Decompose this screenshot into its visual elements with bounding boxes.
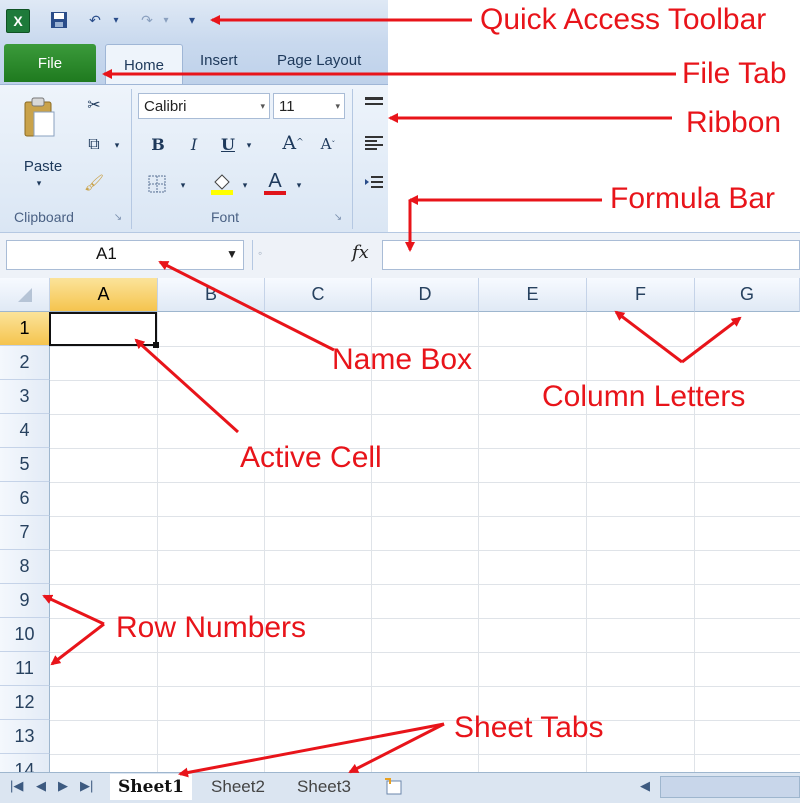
callout-row-numbers: Row Numbers <box>116 611 307 644</box>
callout-quick-access-toolbar: Quick Access Toolbar <box>480 3 767 36</box>
callout-formula-bar: Formula Bar <box>610 182 776 215</box>
arrow-active-cell <box>134 338 240 434</box>
arrow-sheet3 <box>348 722 445 774</box>
arrow-row-9 <box>42 594 105 626</box>
callout-active-cell: Active Cell <box>240 441 382 474</box>
arrow-sheet1 <box>178 722 445 778</box>
arrow-row-11 <box>50 622 105 666</box>
callout-ribbon: Ribbon <box>686 106 782 139</box>
callout-name-box: Name Box <box>332 343 473 376</box>
arrow-column-g <box>681 316 742 364</box>
callout-column-letters: Column Letters <box>542 380 746 413</box>
arrow-name-box <box>158 260 335 352</box>
arrow-column-f <box>614 310 683 364</box>
callout-file-tab: File Tab <box>682 57 787 90</box>
callout-sheet-tabs: Sheet Tabs <box>454 711 604 744</box>
